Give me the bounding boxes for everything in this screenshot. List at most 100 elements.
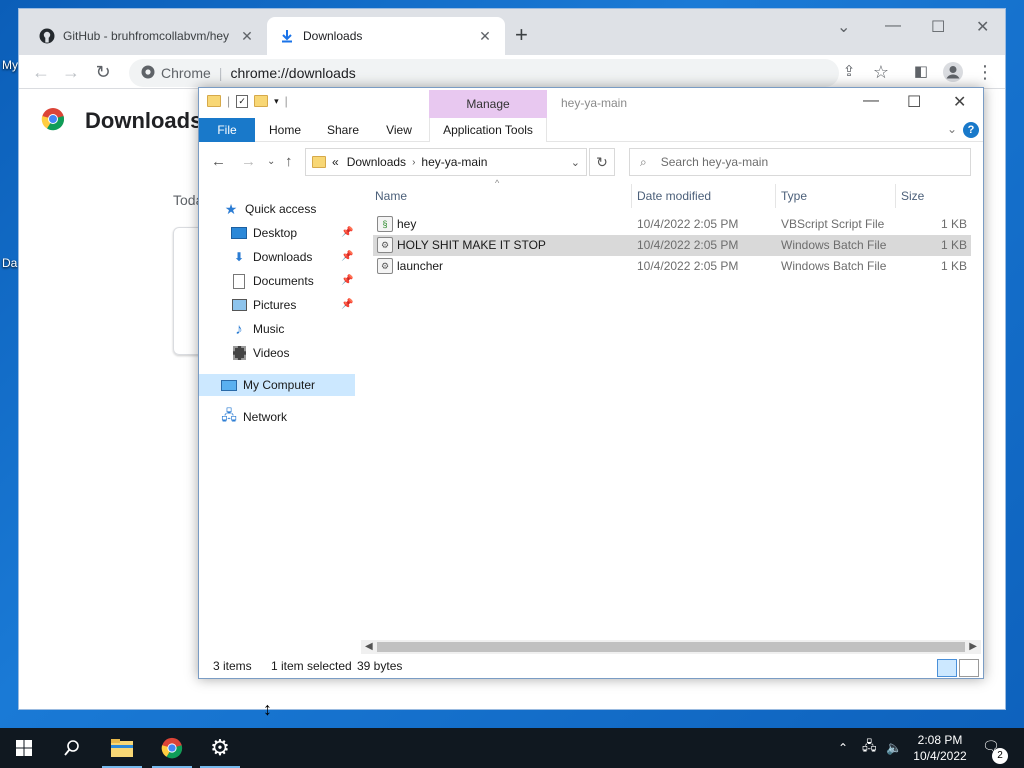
- desktop-icon: [231, 225, 247, 241]
- nav-videos[interactable]: Videos: [231, 342, 289, 364]
- nav-music[interactable]: ♪ Music: [231, 318, 284, 340]
- new-folder-icon[interactable]: [254, 95, 269, 107]
- file-name: hey: [397, 217, 417, 231]
- chrome-logo-icon: [41, 107, 65, 134]
- file-explorer-window: | ✓ ▾ | Manage hey-ya-main — ☐ ✕ File Ho…: [198, 87, 984, 679]
- batch-file-icon: ⚙: [377, 258, 393, 274]
- address-overflow[interactable]: «: [332, 155, 339, 169]
- network-tray-icon[interactable]: 🖧: [862, 728, 877, 768]
- file-row[interactable]: § hey 10/4/2022 2:05 PM VBScript Script …: [373, 214, 971, 235]
- nav-downloads[interactable]: ⬇ Downloads: [231, 246, 312, 268]
- ribbon-tab-file[interactable]: File: [199, 118, 255, 142]
- volume-icon[interactable]: 🔈: [886, 728, 902, 768]
- tab-downloads[interactable]: Downloads ✕: [267, 17, 505, 55]
- new-tab-button[interactable]: +: [515, 24, 528, 46]
- tab-github[interactable]: GitHub - bruhfromcollabvm/hey ✕: [27, 17, 267, 55]
- back-button[interactable]: ←: [211, 153, 226, 170]
- breadcrumb-hey-ya-main[interactable]: hey-ya-main: [421, 155, 487, 169]
- ribbon-tab-home[interactable]: Home: [261, 118, 309, 142]
- forward-button[interactable]: →: [59, 61, 83, 85]
- nav-label: Videos: [253, 346, 290, 360]
- refresh-button[interactable]: ↻: [589, 148, 615, 176]
- back-button[interactable]: ←: [29, 61, 53, 85]
- side-panel-icon[interactable]: ◧: [909, 61, 933, 85]
- documents-icon: [231, 273, 247, 289]
- scroll-right-icon[interactable]: ▶: [969, 640, 977, 654]
- ribbon-tabs: File Home Share View Application Tools ⌄…: [199, 118, 983, 142]
- pin-icon: 📌: [341, 227, 354, 238]
- nav-desktop[interactable]: Desktop: [231, 222, 297, 244]
- close-window-button[interactable]: ✕: [953, 92, 966, 112]
- maximize-button[interactable]: ☐: [907, 92, 921, 112]
- scroll-left-icon[interactable]: ◀: [365, 640, 373, 654]
- properties-icon[interactable]: ✓: [236, 94, 249, 108]
- recent-locations-icon[interactable]: ⌄: [267, 156, 275, 167]
- reload-button[interactable]: ↻: [91, 61, 115, 85]
- nav-network[interactable]: 🖧 Network: [221, 406, 287, 428]
- breadcrumb-downloads[interactable]: Downloads: [347, 155, 406, 169]
- network-icon: 🖧: [221, 407, 237, 423]
- profile-avatar[interactable]: [941, 61, 965, 85]
- horizontal-scrollbar[interactable]: ◀ ▶: [361, 640, 981, 654]
- search-button[interactable]: [48, 728, 96, 768]
- chrome-icon: [141, 65, 155, 82]
- desktop-icon-label-da[interactable]: Da: [2, 256, 17, 270]
- close-icon[interactable]: ✕: [239, 28, 255, 45]
- tab-title: Downloads: [303, 29, 363, 43]
- quick-access-toolbar: | ✓ ▾ |: [207, 94, 288, 108]
- nav-quick-access[interactable]: ★ Quick access: [223, 198, 317, 220]
- share-icon[interactable]: ⇪: [837, 61, 861, 85]
- ribbon-tab-share[interactable]: Share: [319, 118, 367, 142]
- menu-icon[interactable]: ⋮: [973, 61, 997, 85]
- close-window-button[interactable]: ✕: [976, 17, 989, 37]
- star-icon[interactable]: ☆: [869, 61, 893, 85]
- nav-label: Downloads: [253, 250, 313, 264]
- notification-badge: 2: [992, 748, 1008, 764]
- address-bar[interactable]: « Downloads › hey-ya-main ⌄: [305, 148, 587, 176]
- file-row[interactable]: ⚙ launcher 10/4/2022 2:05 PM Windows Bat…: [373, 256, 971, 277]
- forward-button[interactable]: →: [241, 153, 256, 170]
- chevron-down-icon[interactable]: ⌄: [571, 156, 580, 169]
- help-icon[interactable]: ?: [963, 122, 979, 138]
- file-row[interactable]: ⚙ HOLY SHIT MAKE IT STOP 10/4/2022 2:05 …: [373, 235, 971, 256]
- minimize-button[interactable]: —: [863, 92, 879, 110]
- close-icon[interactable]: ✕: [477, 28, 493, 45]
- column-header-type[interactable]: Type: [775, 184, 895, 208]
- show-hidden-icons-button[interactable]: ⌃: [838, 728, 848, 768]
- column-header-size[interactable]: Size: [895, 184, 973, 208]
- clock-date: 10/4/2022: [913, 749, 967, 763]
- nav-pictures[interactable]: Pictures: [231, 294, 296, 316]
- minimize-button[interactable]: —: [885, 17, 901, 35]
- column-header-date[interactable]: Date modified: [631, 184, 775, 208]
- desktop-icon-label-my[interactable]: My: [2, 58, 18, 72]
- customize-qat-icon[interactable]: ▾: [274, 96, 279, 107]
- search-placeholder: Search hey-ya-main: [660, 155, 769, 169]
- search-input[interactable]: ⌕ Search hey-ya-main: [629, 148, 971, 176]
- pictures-icon: [231, 297, 247, 313]
- nav-my-computer[interactable]: My Computer: [199, 374, 355, 396]
- expand-ribbon-icon[interactable]: ⌄: [947, 122, 957, 136]
- chevron-down-icon[interactable]: ⌄: [837, 17, 850, 37]
- settings-taskbar-button[interactable]: ⚙: [196, 728, 244, 768]
- ribbon-tab-application-tools[interactable]: Application Tools: [429, 118, 547, 142]
- omnibox[interactable]: Chrome | chrome://downloads: [129, 59, 839, 87]
- details-view-icon[interactable]: [937, 659, 957, 677]
- start-button[interactable]: [0, 728, 48, 768]
- maximize-button[interactable]: ☐: [931, 17, 945, 37]
- scrollbar-thumb[interactable]: [377, 642, 965, 652]
- file-explorer-taskbar-button[interactable]: [98, 728, 146, 768]
- clock[interactable]: 2:08 PM 10/4/2022: [908, 732, 972, 764]
- manage-tab[interactable]: Manage: [429, 90, 547, 118]
- column-header-name[interactable]: Name: [369, 184, 631, 208]
- nav-label: Desktop: [253, 226, 298, 240]
- explorer-navigation-bar: ← → ⌄ ↑ « Downloads › hey-ya-main ⌄ ↻ ⌕ …: [199, 146, 983, 180]
- nav-documents[interactable]: Documents: [231, 270, 314, 292]
- downloads-header: Downloads: [41, 107, 202, 134]
- chrome-taskbar-button[interactable]: [148, 728, 196, 768]
- computer-icon: [221, 377, 237, 393]
- window-title: hey-ya-main: [561, 96, 628, 110]
- large-icons-view-icon[interactable]: [959, 659, 979, 677]
- ribbon-tab-view[interactable]: View: [375, 118, 423, 142]
- chevron-right-icon[interactable]: ›: [412, 157, 415, 168]
- up-button[interactable]: ↑: [285, 153, 293, 170]
